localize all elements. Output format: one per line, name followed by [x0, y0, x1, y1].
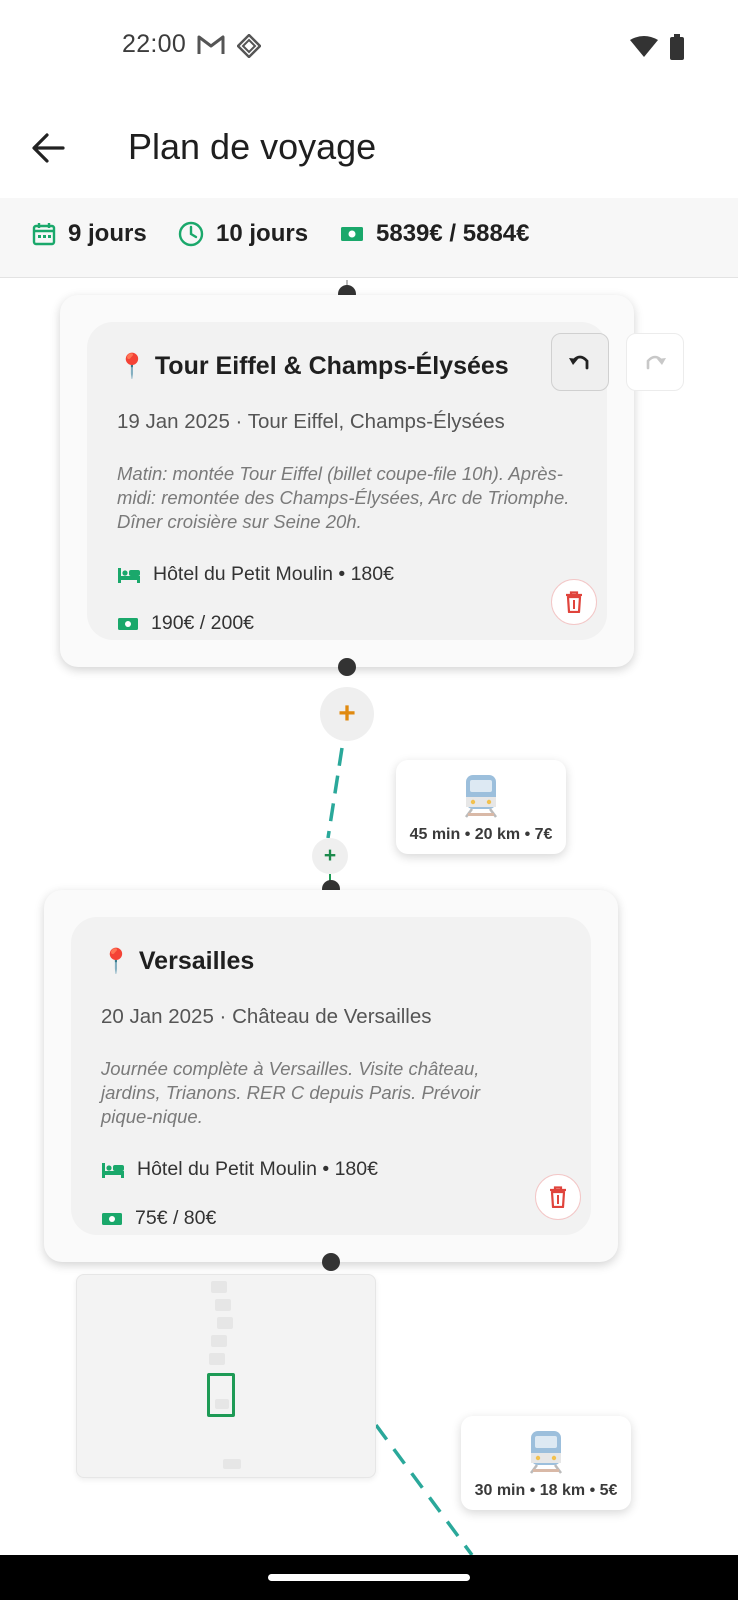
day-hotel-text: Hôtel du Petit Moulin • 180€ [137, 1158, 378, 1180]
timeline-node [338, 658, 356, 676]
add-transport-button[interactable]: + [312, 838, 348, 874]
transport-details: 45 min • 20 km • 7€ [409, 826, 553, 843]
day-budget: 190€ / 200€ [117, 612, 254, 635]
day-hotel: Hôtel du Petit Moulin • 180€ [117, 563, 394, 586]
bed-icon [102, 1162, 124, 1178]
pin-icon: 📍 [101, 947, 131, 975]
redo-icon [646, 355, 666, 370]
day-budget-text: 75€ / 80€ [135, 1207, 217, 1229]
train-icon [530, 1431, 562, 1474]
transport-chip[interactable]: 45 min • 20 km • 7€ [396, 760, 566, 854]
day-title: 📍 Versailles [101, 947, 254, 976]
bed-icon [118, 567, 140, 583]
money-icon [118, 617, 138, 630]
day-hotel: Hôtel du Petit Moulin • 180€ [101, 1158, 378, 1181]
delete-day-button[interactable] [535, 1174, 581, 1220]
day-card-content: 📍 Versailles 20 Jan 2025 · Château de Ve… [71, 917, 591, 1235]
day-title-text: Tour Eiffel & Champs-Élysées [154, 352, 509, 380]
redo-button[interactable] [626, 333, 684, 391]
day-card[interactable]: 📍 Tour Eiffel & Champs-Élysées 19 Jan 20… [60, 295, 634, 667]
transport-chip[interactable]: 30 min • 18 km • 5€ [461, 1416, 631, 1510]
day-card-content: 📍 Tour Eiffel & Champs-Élysées 19 Jan 20… [87, 322, 607, 640]
money-icon [102, 1212, 122, 1225]
placeholder-block [215, 1299, 231, 1311]
day-card[interactable]: 📍 Versailles 20 Jan 2025 · Château de Ve… [44, 890, 618, 1262]
day-date-location: 20 Jan 2025 · Château de Versailles [101, 1005, 432, 1028]
placeholder-block [211, 1335, 227, 1347]
train-icon [465, 775, 497, 818]
timeline-node [322, 1253, 340, 1271]
placeholder-block [211, 1281, 227, 1293]
day-budget: 75€ / 80€ [101, 1207, 216, 1230]
pin-icon: 📍 [117, 352, 147, 380]
day-date-location: 19 Jan 2025 · Tour Eiffel, Champs-Élysée… [117, 410, 505, 433]
placeholder-block [217, 1317, 233, 1329]
system-navigation-bar [0, 1555, 738, 1600]
day-title: 📍 Tour Eiffel & Champs-Élysées [117, 352, 509, 381]
trash-icon [550, 1186, 566, 1208]
day-notes: Journée complète à Versailles. Visite ch… [101, 1058, 481, 1127]
day-budget-text: 190€ / 200€ [151, 612, 255, 634]
undo-button[interactable] [551, 333, 609, 391]
placeholder-block [223, 1459, 241, 1469]
placeholder-block [215, 1399, 229, 1409]
home-gesture-handle[interactable] [268, 1574, 470, 1581]
trash-icon [566, 591, 582, 613]
day-notes: Matin: montée Tour Eiffel (billet coupe-… [117, 463, 570, 532]
undo-icon [569, 355, 589, 370]
transport-details: 30 min • 18 km • 5€ [474, 1482, 618, 1499]
drag-placeholder-card[interactable] [76, 1274, 376, 1478]
selection-frame [207, 1373, 235, 1417]
day-hotel-text: Hôtel du Petit Moulin • 180€ [153, 563, 394, 585]
route-dash-2 [374, 1423, 474, 1555]
placeholder-block [209, 1353, 225, 1365]
day-title-text: Versailles [138, 947, 255, 975]
delete-day-button[interactable] [551, 579, 597, 625]
add-day-button[interactable]: + [320, 687, 374, 741]
route-dash-1 [326, 747, 344, 839]
